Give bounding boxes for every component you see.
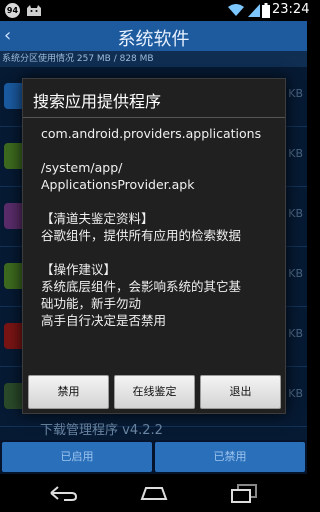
navigation-bar — [0, 474, 307, 512]
size-label: KB — [288, 267, 303, 280]
size-label: KB — [288, 147, 303, 160]
info-header: 【清道夫鉴定资料】 — [41, 211, 154, 226]
dialog-divider — [23, 117, 285, 118]
info-text: 谷歌组件，提供所有应用的检索数据 — [41, 228, 242, 243]
notification-badge: 94 — [5, 3, 20, 18]
apk-path-line-2: ApplicationsProvider.apk — [41, 177, 195, 192]
clock: 23:24 — [272, 2, 310, 17]
enabled-tab-button[interactable]: 已启用 — [2, 442, 152, 472]
size-label: KB — [288, 387, 303, 400]
nav-recent-apps-icon[interactable] — [229, 483, 259, 503]
partial-list-item-title: 下载管理程序 v4.2.2 — [40, 423, 163, 438]
apk-path-line-1: /system/app/ — [41, 160, 123, 175]
app-info-dialog: 搜索应用提供程序 com.android.providers.applicati… — [22, 78, 286, 414]
storage-usage: 系统分区使用情况 257 MB / 828 MB — [0, 51, 307, 67]
size-label: KB — [288, 87, 303, 100]
online-check-button[interactable]: 在线鉴定 — [114, 375, 195, 409]
dialog-buttons: 禁用 在线鉴定 退出 — [26, 373, 284, 411]
page-title: 系统软件 — [117, 29, 190, 50]
wifi-icon — [228, 4, 244, 16]
app-title-bar: ‹ 系统软件 — [0, 21, 307, 51]
status-bar: 94 23:24 — [0, 0, 310, 21]
signal-icon — [248, 4, 260, 17]
nav-back-icon[interactable] — [48, 483, 78, 503]
size-label: KB — [288, 207, 303, 220]
size-label: KB — [288, 327, 303, 340]
advice-header: 【操作建议】 — [41, 262, 117, 277]
advice-line-2: 础功能，新手勿动 — [41, 296, 142, 311]
nav-home-icon[interactable] — [139, 485, 169, 501]
advice-line-3: 高手自行决定是否禁用 — [41, 313, 167, 328]
exit-button[interactable]: 退出 — [200, 375, 281, 409]
package-name: com.android.providers.applications — [41, 126, 262, 141]
filter-bar: 已启用 已禁用 — [0, 440, 307, 474]
disable-button[interactable]: 禁用 — [28, 375, 109, 409]
cat-icon — [27, 5, 41, 16]
advice-line-1: 系统底层组件，会影响系统的其它基 — [41, 279, 242, 294]
disabled-tab-button[interactable]: 已禁用 — [155, 442, 305, 472]
dialog-title: 搜索应用提供程序 — [33, 92, 162, 111]
dialog-content: com.android.providers.applications /syst… — [41, 125, 281, 329]
battery-icon — [262, 3, 270, 18]
